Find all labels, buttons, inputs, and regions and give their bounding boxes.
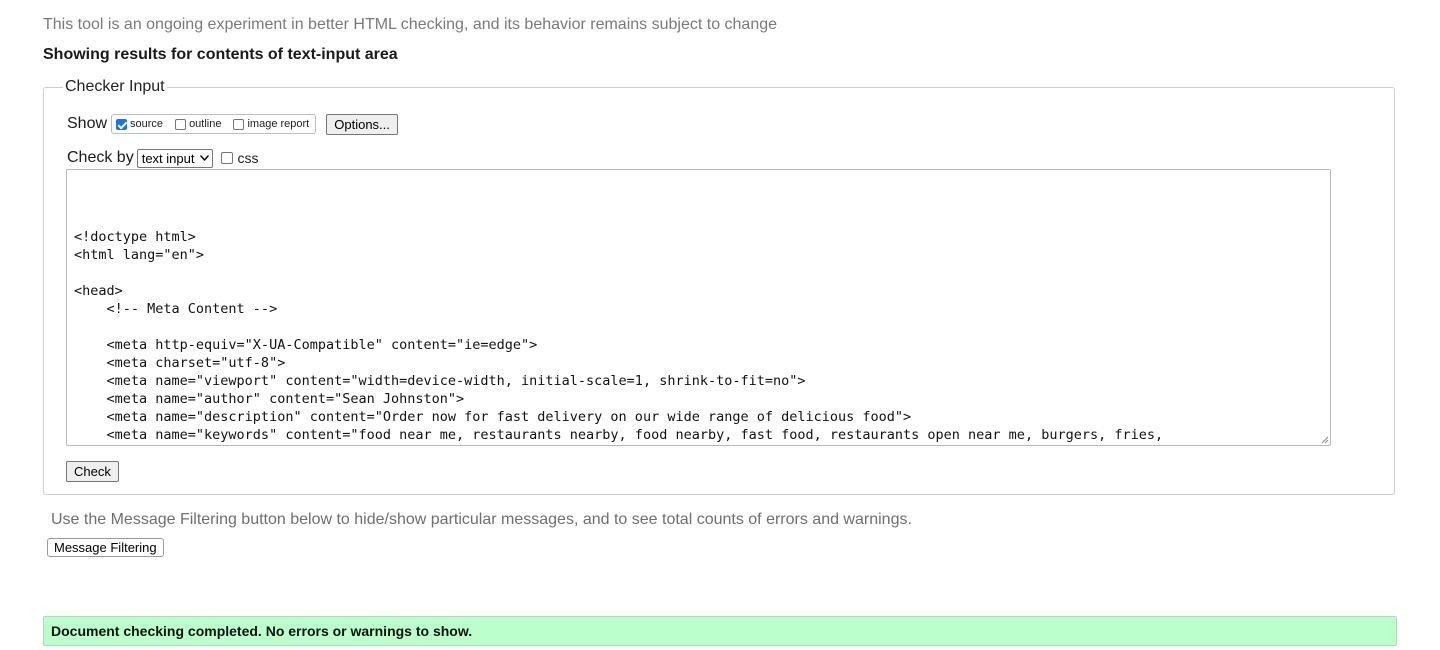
- show-image-report-label: image report: [247, 118, 310, 130]
- show-options-group: source outline image report: [111, 114, 317, 134]
- checker-input-fieldset: Checker Input Show source outline image …: [43, 78, 1395, 495]
- css-checkbox[interactable]: [221, 152, 234, 164]
- css-label: css: [237, 150, 259, 166]
- css-option[interactable]: css: [221, 150, 258, 166]
- message-filtering-button[interactable]: Message Filtering: [47, 538, 164, 557]
- chevron-down-icon: [200, 154, 210, 163]
- check-by-selected-value: text input: [141, 150, 195, 166]
- show-source-checkbox[interactable]: [116, 118, 128, 130]
- show-source-option[interactable]: source: [116, 118, 163, 130]
- check-by-select[interactable]: text input: [136, 148, 214, 168]
- checker-input-legend: Checker Input: [63, 78, 167, 96]
- html-checker-page: This tool is an ongoing experiment in be…: [0, 0, 1440, 650]
- experiment-notice: This tool is an ongoing experiment in be…: [43, 16, 778, 33]
- check-by-row: Check by text input css: [67, 148, 258, 168]
- success-status-box: Document checking completed. No errors o…: [43, 616, 1397, 646]
- results-heading: Showing results for contents of text-inp…: [43, 46, 398, 63]
- options-button[interactable]: Options...: [326, 113, 398, 135]
- message-filtering-note: Use the Message Filtering button below t…: [51, 511, 912, 528]
- show-image-report-checkbox[interactable]: [233, 118, 245, 130]
- show-source-label: source: [130, 118, 164, 130]
- show-options-row: Show source outline image report Options…: [67, 113, 398, 135]
- status-message: Document checking completed. No errors o…: [51, 623, 473, 639]
- show-outline-option[interactable]: outline: [175, 118, 221, 130]
- show-label: Show: [67, 115, 108, 132]
- source-textarea[interactable]: <!doctype html> <html lang="en"> <head> …: [66, 169, 1331, 446]
- check-button[interactable]: Check: [66, 461, 119, 482]
- check-by-label: Check by: [67, 149, 134, 166]
- show-outline-checkbox[interactable]: [175, 118, 187, 130]
- show-image-report-option[interactable]: image report: [233, 118, 309, 130]
- resize-grip-icon[interactable]: [1321, 436, 1329, 444]
- source-code-text: <!doctype html> <html lang="en"> <head> …: [74, 229, 1164, 443]
- show-outline-label: outline: [189, 118, 222, 130]
